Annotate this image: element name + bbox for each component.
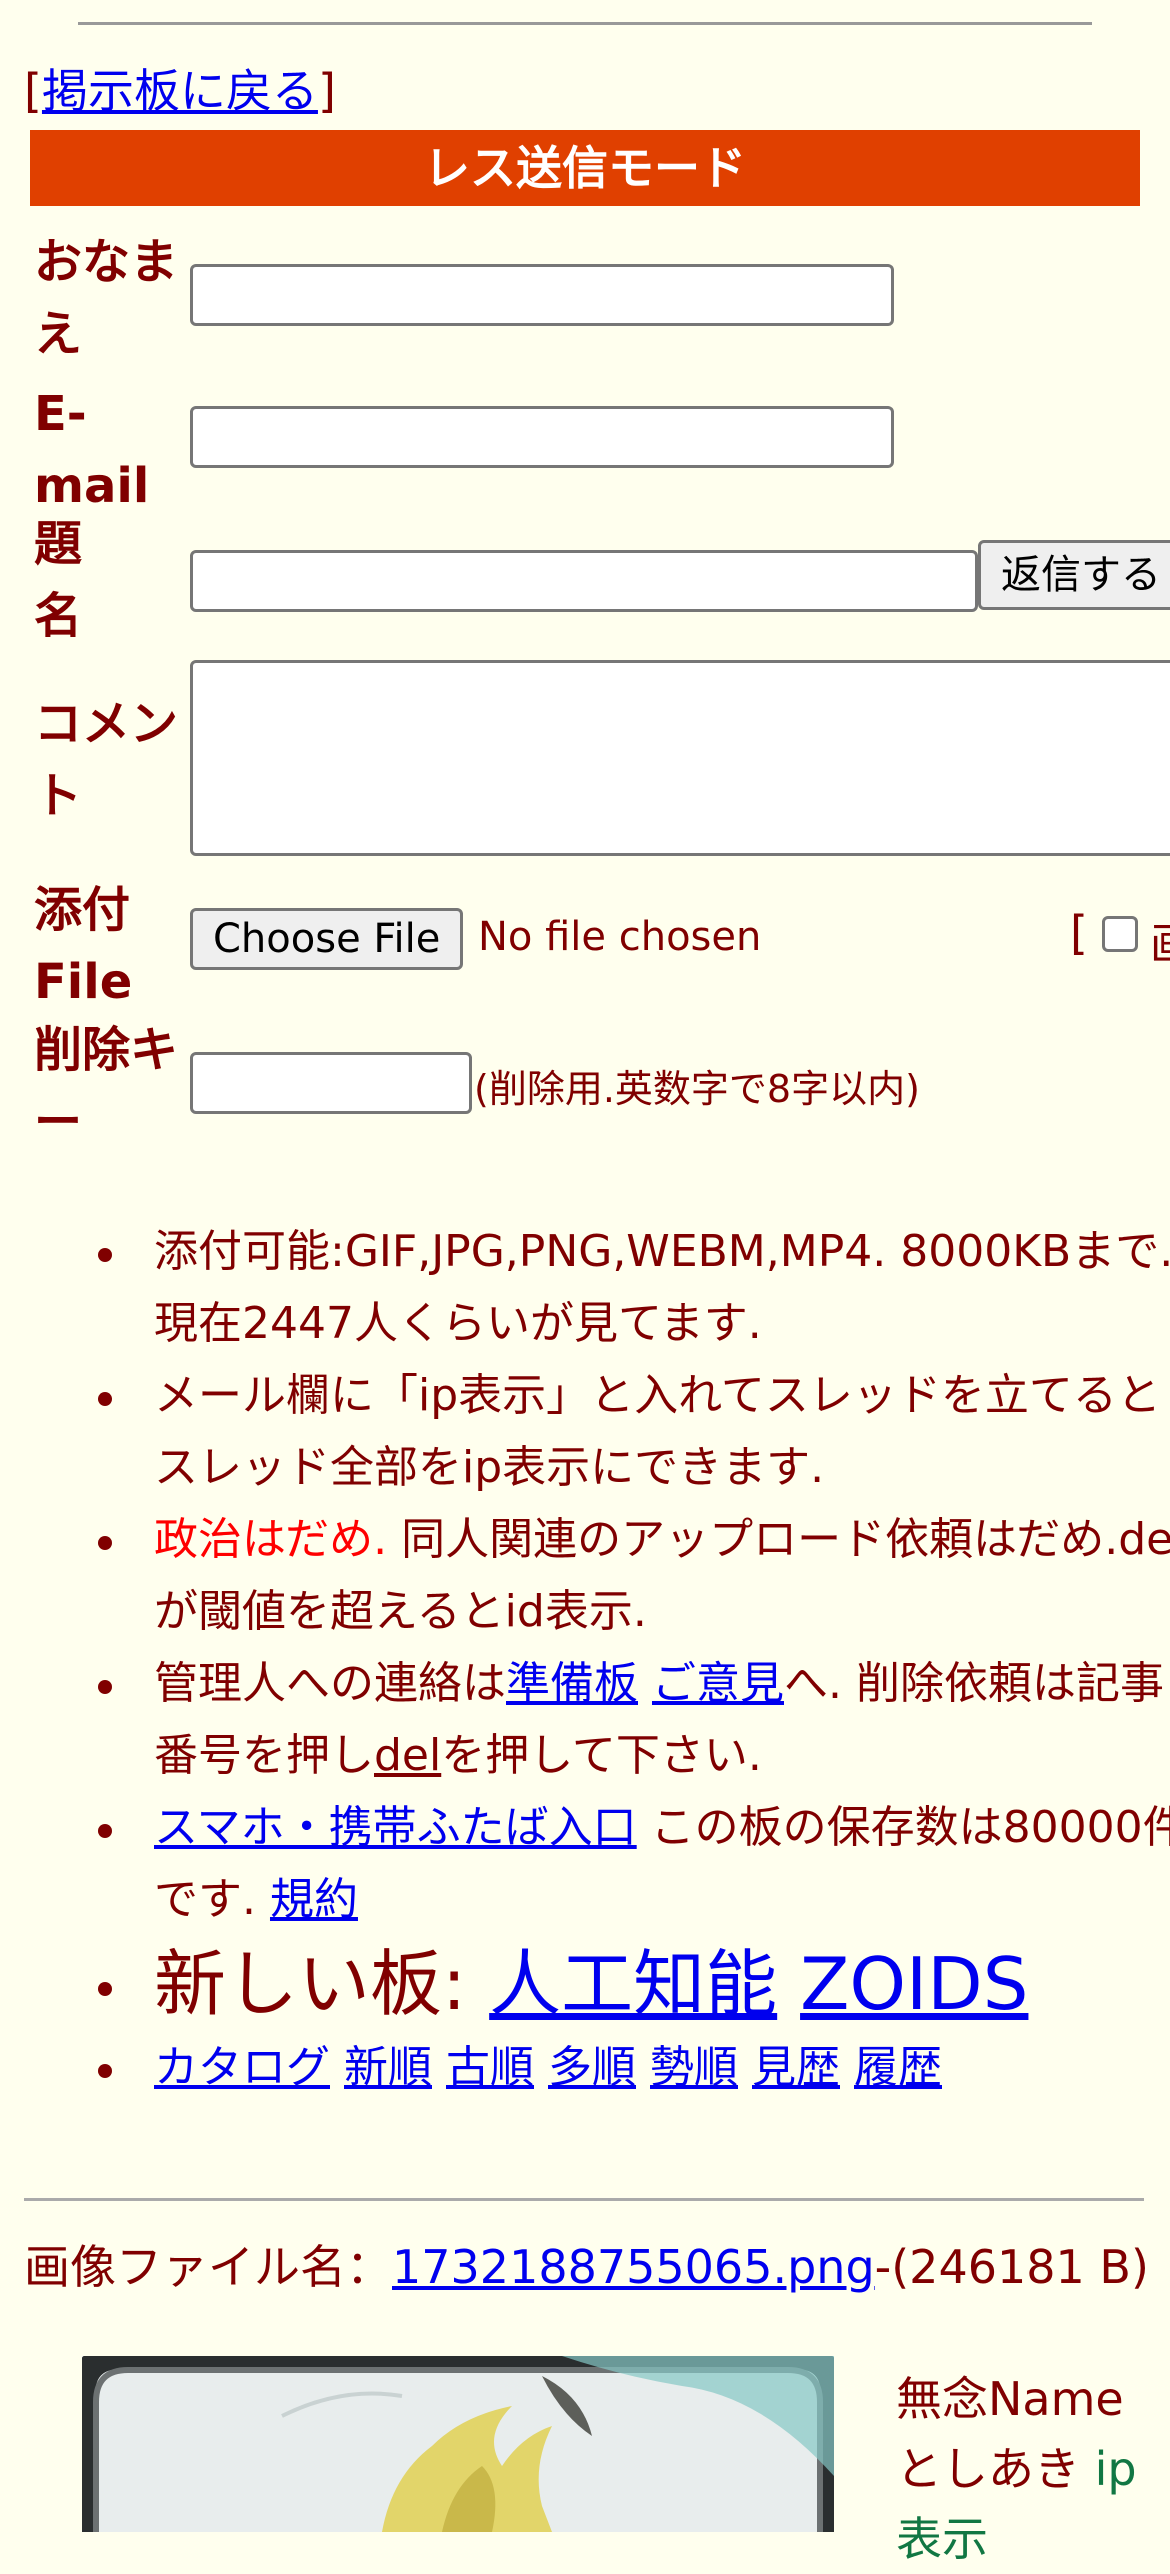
new-board-zoids-link[interactable]: ZOIDS <box>800 1942 1028 2026</box>
name-label: おなまえ <box>34 234 179 362</box>
comment-label: コメント <box>34 696 179 824</box>
delete-key-label: 削除キー <box>34 1022 179 1150</box>
rule-text: を押して下さい. <box>441 1730 762 1781</box>
del-link[interactable]: del <box>374 1730 441 1781</box>
file-label: 添付File <box>34 882 133 1010</box>
sort-links: カタログ 新順 古順 多順 勢順 見歴 履歴 <box>98 2032 1170 2104</box>
new-boards-label: 新しい板: <box>154 1942 490 2026</box>
feedback-link[interactable]: ご意見 <box>652 1658 784 1709</box>
no-file-text: No file chosen <box>478 914 762 960</box>
thread-divider <box>24 2198 1144 2201</box>
sort-momentum-link[interactable]: 勢順 <box>650 2042 738 2093</box>
image-option-checkbox[interactable] <box>1102 916 1138 952</box>
rule-politics: 政治はだめ. 同人関連のアップロード依頼はだめ.delが閾値を超えるとid表示. <box>98 1504 1170 1648</box>
file-size: -(246181 B) <box>874 2240 1149 2294</box>
delete-key-hint: (削除用.英数字で8字以内) <box>474 1067 920 1111</box>
politics-warning: 政治はだめ. <box>154 1514 388 1565</box>
mobile-entrance-link[interactable]: スマホ・携帯ふたば入口 <box>154 1802 637 1853</box>
rule-text: 管理人への連絡は <box>154 1658 506 1709</box>
post-header: 無念Name としあき ip 表示 <box>896 2364 1137 2574</box>
post-author-line: としあき ip <box>896 2434 1137 2504</box>
rule-contact: 管理人への連絡は準備板 ご意見へ. 削除依頼は記事番号を押しdelを押して下さい… <box>98 1648 1170 1792</box>
prep-board-link[interactable]: 準備板 <box>506 1658 638 1709</box>
back-to-board-link[interactable]: 掲示板に戻る <box>42 64 318 118</box>
board-rules-list: 添付可能:GIF,JPG,PNG,WEBM,MP4. 8000KBまで. 現在2… <box>60 1216 1170 2104</box>
submit-reply-button[interactable]: 返信する <box>978 540 1170 610</box>
file-info-label: 画像ファイル名： <box>24 2240 392 2294</box>
rule-ip-display: メール欄に「ip表示」と入れてスレッドを立てるとスレッド全部をip表示にできます… <box>98 1360 1170 1504</box>
email-label: E-mail <box>34 386 150 514</box>
new-board-ai-link[interactable]: 人工知能 <box>489 1942 777 2026</box>
image-file-link[interactable]: 1732188755065.png <box>392 2240 875 2294</box>
view-history-link[interactable]: 見歴 <box>752 2042 840 2093</box>
subject-input[interactable] <box>190 550 978 612</box>
email-input[interactable] <box>190 406 894 468</box>
comment-textarea[interactable] <box>190 660 1170 856</box>
sort-many-link[interactable]: 多順 <box>548 2042 636 2093</box>
history-link[interactable]: 履歴 <box>854 2042 942 2093</box>
post-name-label: 無念Name <box>896 2372 1124 2426</box>
post-author: としあき <box>896 2442 1080 2496</box>
name-input[interactable] <box>190 264 894 326</box>
extra-bracket: [ <box>1070 906 1088 960</box>
catalog-link[interactable]: カタログ <box>154 2042 330 2093</box>
choose-file-button[interactable]: Choose File <box>190 908 464 970</box>
post-ip: ip <box>1094 2442 1137 2496</box>
file-info: 画像ファイル名：1732188755065.png-(246181 B) <box>24 2238 1154 2296</box>
top-divider <box>78 22 1092 25</box>
thumbnail-illustration <box>82 2356 834 2532</box>
new-boards: 新しい板: 人工知能 ZOIDS <box>98 1936 1170 2032</box>
bracket: [ <box>24 64 42 118</box>
post-ip-extra: 表示 <box>896 2512 988 2566</box>
rule-mobile: スマホ・携帯ふたば入口 この板の保存数は80000件です. 規約 <box>98 1792 1170 1936</box>
back-nav: [掲示板に戻る] <box>24 62 336 120</box>
rule-attachments: 添付可能:GIF,JPG,PNG,WEBM,MP4. 8000KBまで. 現在2… <box>98 1216 1170 1360</box>
sort-old-link[interactable]: 古順 <box>446 2042 534 2093</box>
extra-glyph: 画 <box>1150 908 1170 972</box>
sort-new-link[interactable]: 新順 <box>344 2042 432 2093</box>
terms-link[interactable]: 規約 <box>270 1874 358 1925</box>
subject-label: 題名 <box>34 516 83 644</box>
bracket: ] <box>317 64 336 118</box>
reply-mode-banner: レス送信モード <box>30 130 1140 206</box>
thread-image-thumbnail[interactable] <box>82 2356 834 2532</box>
delete-key-input[interactable] <box>190 1052 472 1114</box>
